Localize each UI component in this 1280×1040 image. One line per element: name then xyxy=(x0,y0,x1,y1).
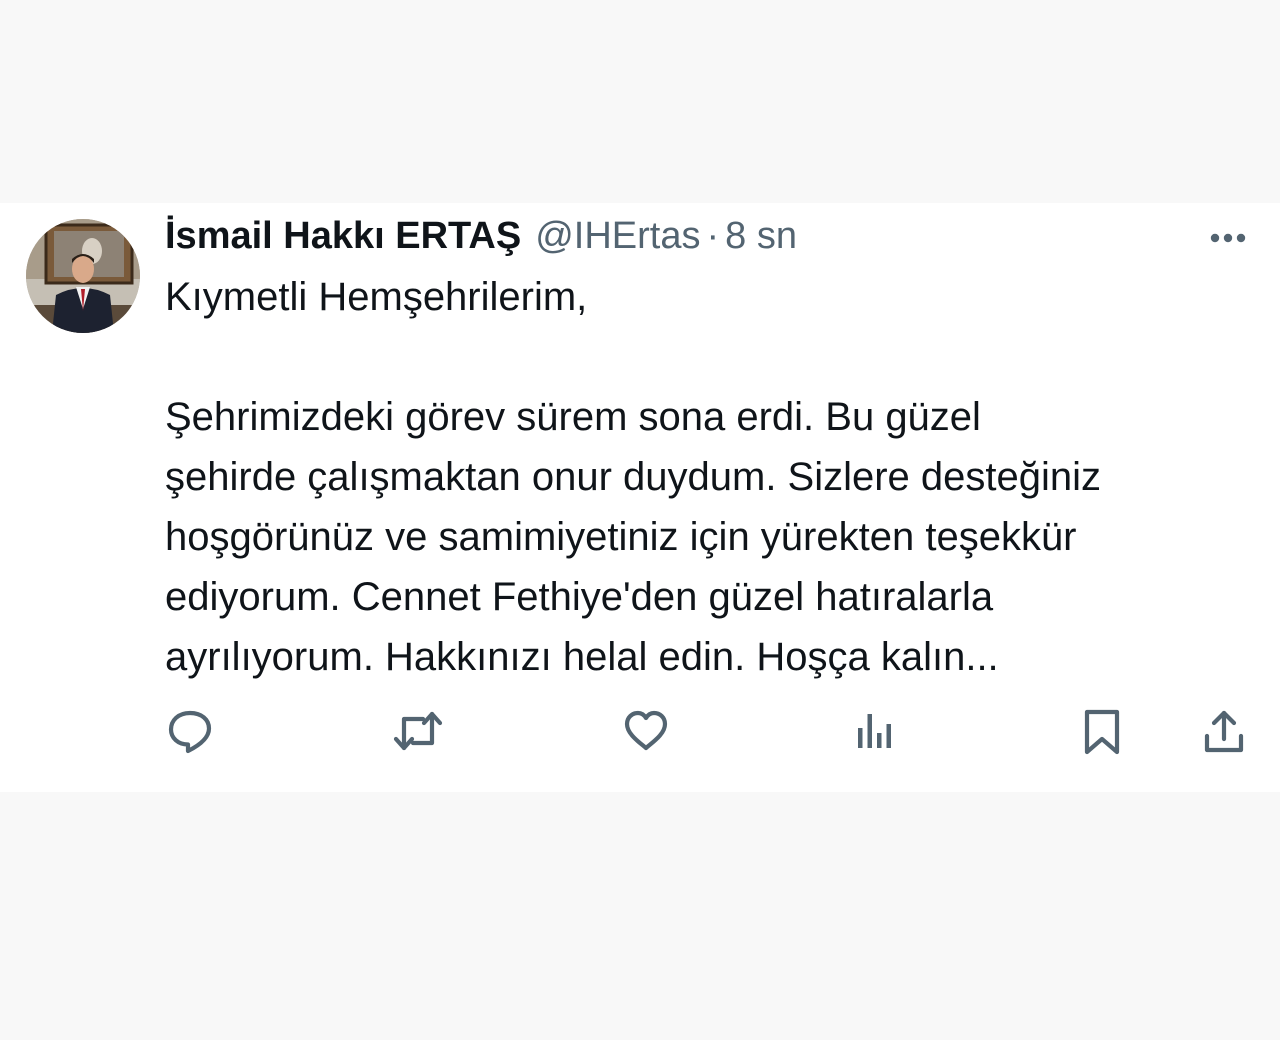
heart-icon xyxy=(624,710,668,751)
bookmark-button[interactable] xyxy=(1074,703,1130,759)
author-name[interactable]: İsmail Hakkı ERTAŞ xyxy=(165,211,521,261)
like-button[interactable] xyxy=(618,703,674,759)
tweet-text-line: Şehrimizdeki görev sürem sona erdi. Bu g… xyxy=(165,395,981,439)
bookmark-icon xyxy=(1084,709,1120,755)
tweet-text-line: ayrılıyorum. Hakkınızı helal edin. Hoşça… xyxy=(165,635,999,679)
views-icon xyxy=(858,714,891,748)
avatar[interactable] xyxy=(26,219,140,333)
reply-button[interactable] xyxy=(162,703,218,759)
share-button[interactable] xyxy=(1196,703,1252,759)
tweet-text: Kıymetli Hemşehrilerim, Şehrimizdeki gör… xyxy=(165,267,1265,687)
tweet-text-line: hoşgörünüz ve samimiyetiniz için yürekte… xyxy=(165,515,1077,559)
reply-icon xyxy=(168,710,212,754)
timestamp[interactable]: 8 sn xyxy=(725,211,797,261)
tweet-greeting: Kıymetli Hemşehrilerim, xyxy=(165,275,588,319)
tweet-text-line: şehirde çalışmaktan onur duydum. Sizlere… xyxy=(165,455,1102,499)
tweet-card[interactable]: İsmail Hakkı ERTAŞ @IHErtas · 8 sn Kıyme… xyxy=(0,203,1280,792)
avatar-image xyxy=(26,219,140,333)
author-handle[interactable]: @IHErtas xyxy=(535,211,700,261)
more-horizontal-icon xyxy=(1210,233,1246,243)
tweet-text-line: ediyorum. Cennet Fethiye'den güzel hatır… xyxy=(165,575,994,619)
paragraph-break xyxy=(165,327,1265,387)
share-icon xyxy=(1204,710,1244,753)
retweet-button[interactable] xyxy=(390,703,446,759)
separator-dot: · xyxy=(706,215,720,257)
retweet-icon xyxy=(393,711,443,751)
more-options-button[interactable] xyxy=(1200,221,1256,255)
tweet-header: İsmail Hakkı ERTAŞ @IHErtas · 8 sn xyxy=(165,211,797,261)
views-button[interactable] xyxy=(846,703,902,759)
